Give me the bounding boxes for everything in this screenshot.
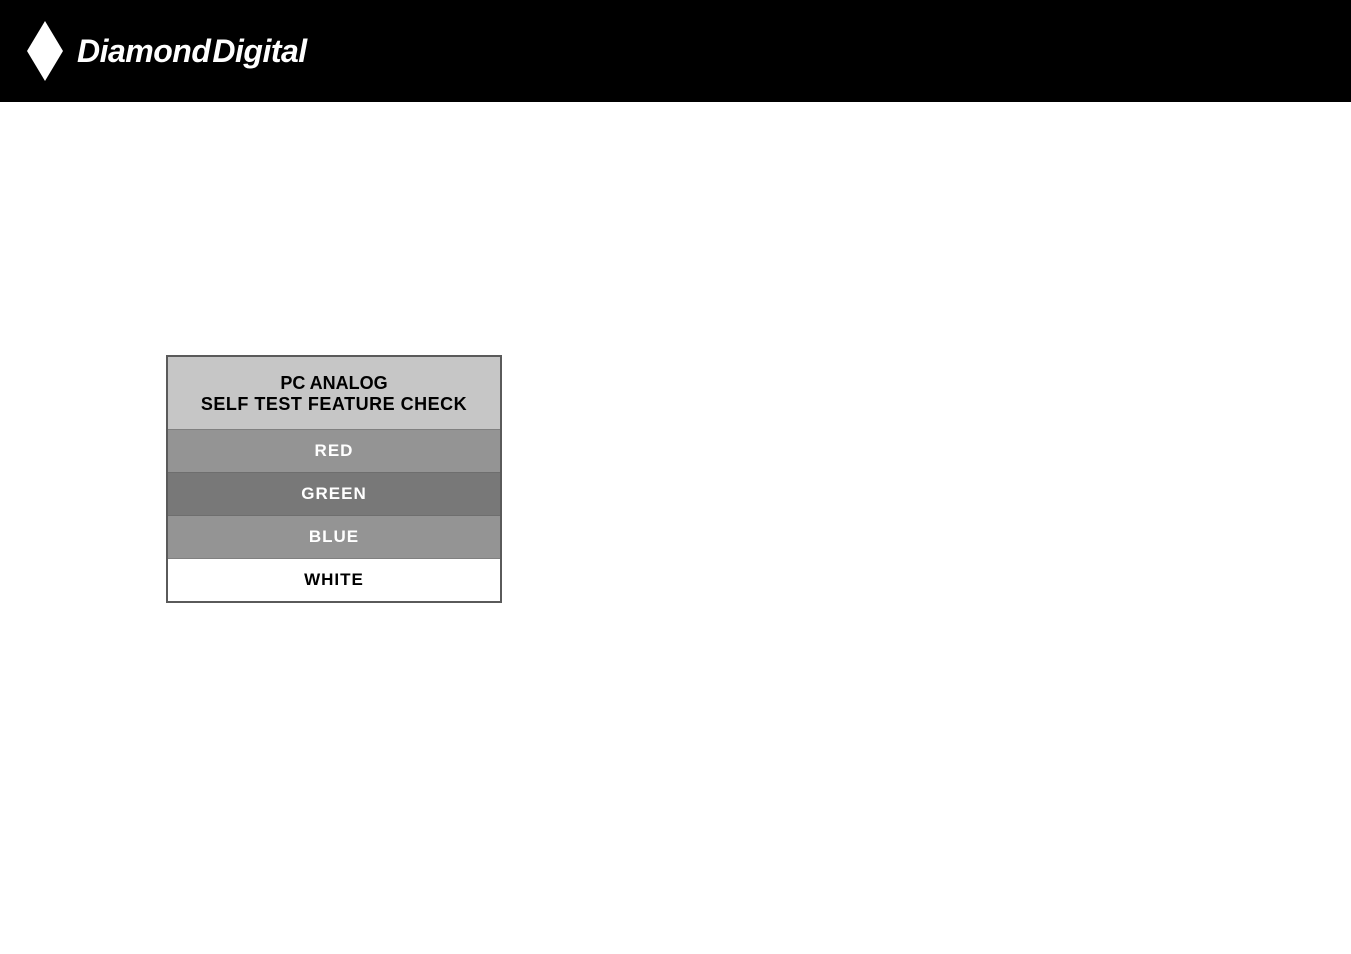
self-test-panel: PC ANALOG SELF TEST FEATURE CHECK RED GR…: [166, 355, 502, 603]
self-test-title-line1: PC ANALOG: [178, 373, 490, 394]
brand-word-2: Digital: [212, 33, 306, 69]
self-test-row-green: GREEN: [168, 473, 500, 516]
brand-title: DiamondDigital: [77, 33, 307, 70]
brand-word-1: Diamond: [77, 33, 210, 69]
self-test-row-white: WHITE: [168, 559, 500, 601]
self-test-title-line2: SELF TEST FEATURE CHECK: [178, 394, 490, 415]
self-test-row-blue: BLUE: [168, 516, 500, 559]
self-test-header: PC ANALOG SELF TEST FEATURE CHECK: [168, 357, 500, 430]
header-bar: DiamondDigital: [0, 0, 1351, 102]
self-test-row-red: RED: [168, 430, 500, 473]
diamond-icon: [25, 19, 65, 83]
